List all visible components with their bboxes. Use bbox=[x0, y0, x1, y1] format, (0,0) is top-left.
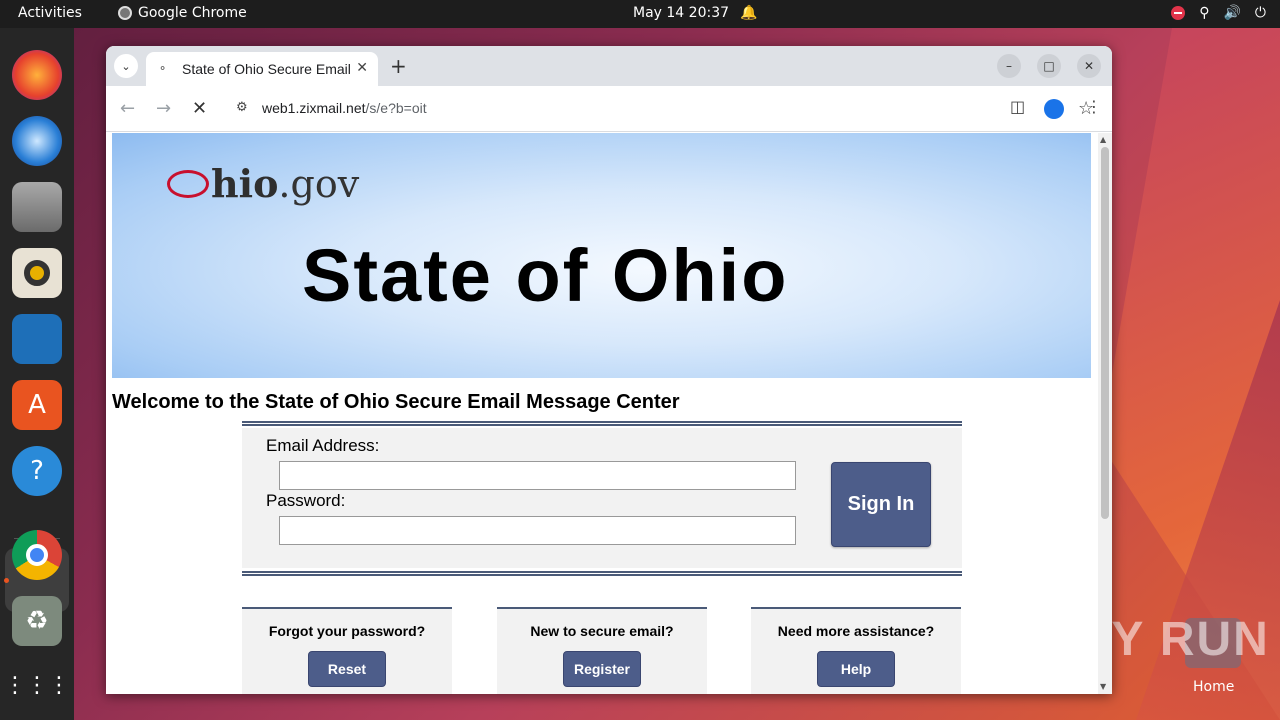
scroll-up-icon[interactable]: ▲ bbox=[1100, 135, 1106, 144]
logo-text-gov: .gov bbox=[278, 162, 360, 206]
scroll-down-icon[interactable]: ▼ bbox=[1100, 682, 1106, 691]
url-text: web1.zixmail.net/s/e?b=oit bbox=[262, 100, 427, 116]
ohio-gov-logo: hio.gov bbox=[167, 161, 359, 206]
stop-loading-icon[interactable]: ✕ bbox=[192, 98, 207, 119]
power-icon: ⏻ bbox=[1254, 5, 1266, 21]
system-tray[interactable]: ⚲ 🔊 ⏻ bbox=[1171, 5, 1266, 21]
app-center-icon[interactable]: A bbox=[12, 380, 62, 430]
bell-icon: 🔔 bbox=[740, 5, 758, 21]
dock: A ? ♻ ⋮⋮⋮ bbox=[0, 28, 74, 720]
back-icon[interactable]: ← bbox=[120, 98, 135, 119]
ohio-logo-o bbox=[167, 169, 209, 198]
logo-text-hio: hio bbox=[211, 161, 279, 206]
writer-icon[interactable] bbox=[12, 314, 62, 364]
page-scrollbar[interactable]: ▲ ▼ bbox=[1098, 133, 1112, 694]
url-path: /s/e?b=oit bbox=[365, 100, 427, 116]
email-label: Email Address: bbox=[266, 436, 380, 455]
tab-strip: ⌄ ⚬ State of Ohio Secure Email Message C… bbox=[106, 46, 1112, 86]
new-user-card: New to secure email? Register bbox=[497, 607, 707, 694]
loading-favicon-icon: ⚬ bbox=[158, 62, 168, 75]
menu-dots-icon[interactable]: ⋮ bbox=[1086, 97, 1102, 116]
home-label: Home bbox=[1193, 679, 1235, 695]
register-button[interactable]: Register bbox=[563, 651, 641, 687]
close-window-icon[interactable]: ✕ bbox=[1077, 54, 1101, 78]
address-bar[interactable]: ⚙ web1.zixmail.net/s/e?b=oit ☆ bbox=[226, 92, 1094, 126]
chrome-small-icon bbox=[118, 6, 132, 20]
volume-icon: 🔊 bbox=[1223, 5, 1241, 21]
help-icon[interactable]: ? bbox=[12, 446, 62, 496]
tab-title: State of Ohio Secure Email Message Cente… bbox=[182, 61, 352, 77]
tab-active[interactable]: ⚬ State of Ohio Secure Email Message Cen… bbox=[146, 52, 378, 86]
forward-icon[interactable]: → bbox=[156, 98, 171, 119]
do-not-disturb-icon bbox=[1171, 6, 1186, 20]
welcome-heading: Welcome to the State of Ohio Secure Emai… bbox=[112, 391, 680, 413]
thunderbird-icon[interactable] bbox=[12, 116, 62, 166]
assistance-text: Need more assistance? bbox=[777, 623, 935, 639]
assistance-card: Need more assistance? Help bbox=[751, 607, 961, 694]
sign-in-button[interactable]: Sign In bbox=[831, 462, 931, 547]
site-info-icon[interactable]: ⚙ bbox=[236, 100, 248, 115]
trash-icon[interactable]: ♻ bbox=[12, 596, 62, 646]
login-form: Email Address: Password: Sign In bbox=[242, 428, 962, 568]
activities-button[interactable]: Activities bbox=[18, 5, 82, 21]
divider-top bbox=[242, 421, 962, 426]
forgot-password-text: Forgot your password? bbox=[268, 623, 426, 639]
divider-bottom bbox=[242, 571, 962, 576]
page-viewport: hio.gov State of Ohio Welcome to the Sta… bbox=[106, 133, 1112, 694]
running-indicator bbox=[4, 578, 9, 583]
password-label: Password: bbox=[266, 491, 346, 510]
help-button[interactable]: Help bbox=[817, 651, 895, 687]
clock[interactable]: May 14 20:37 bbox=[633, 5, 729, 21]
profile-avatar-icon[interactable] bbox=[1044, 99, 1064, 119]
banner-title: State of Ohio bbox=[302, 234, 789, 317]
password-field[interactable] bbox=[279, 516, 796, 545]
forgot-password-card: Forgot your password? Reset bbox=[242, 607, 452, 694]
email-field[interactable] bbox=[279, 461, 796, 490]
reset-button[interactable]: Reset bbox=[308, 651, 386, 687]
network-icon: ⚲ bbox=[1199, 5, 1210, 21]
ohio-banner: hio.gov State of Ohio bbox=[112, 133, 1091, 378]
url-host: web1.zixmail.net bbox=[262, 100, 366, 116]
toolbar: ← → ✕ ⚙ web1.zixmail.net/s/e?b=oit ☆ ◫ ⋮ bbox=[106, 86, 1112, 132]
firefox-icon[interactable] bbox=[12, 50, 62, 100]
new-tab-icon[interactable]: + bbox=[390, 54, 407, 78]
tab-search-icon[interactable]: ⌄ bbox=[114, 54, 138, 78]
files-icon[interactable] bbox=[12, 182, 62, 232]
top-bar: Activities Google Chrome May 14 20:37 🔔 … bbox=[0, 0, 1280, 28]
chrome-window: ⌄ ⚬ State of Ohio Secure Email Message C… bbox=[106, 46, 1112, 694]
app-grid-icon[interactable]: ⋮⋮⋮ bbox=[4, 660, 70, 710]
minimize-icon[interactable]: – bbox=[997, 54, 1021, 78]
chrome-icon[interactable] bbox=[12, 530, 62, 580]
app-name: Google Chrome bbox=[138, 5, 247, 21]
scroll-thumb[interactable] bbox=[1101, 147, 1109, 519]
app-menu[interactable]: Google Chrome bbox=[118, 5, 247, 21]
new-user-text: New to secure email? bbox=[530, 623, 674, 639]
maximize-icon[interactable]: □ bbox=[1037, 54, 1061, 78]
side-panel-icon[interactable]: ◫ bbox=[1010, 97, 1025, 116]
rhythmbox-icon[interactable] bbox=[12, 248, 62, 298]
tab-close-icon[interactable]: ✕ bbox=[356, 60, 368, 76]
